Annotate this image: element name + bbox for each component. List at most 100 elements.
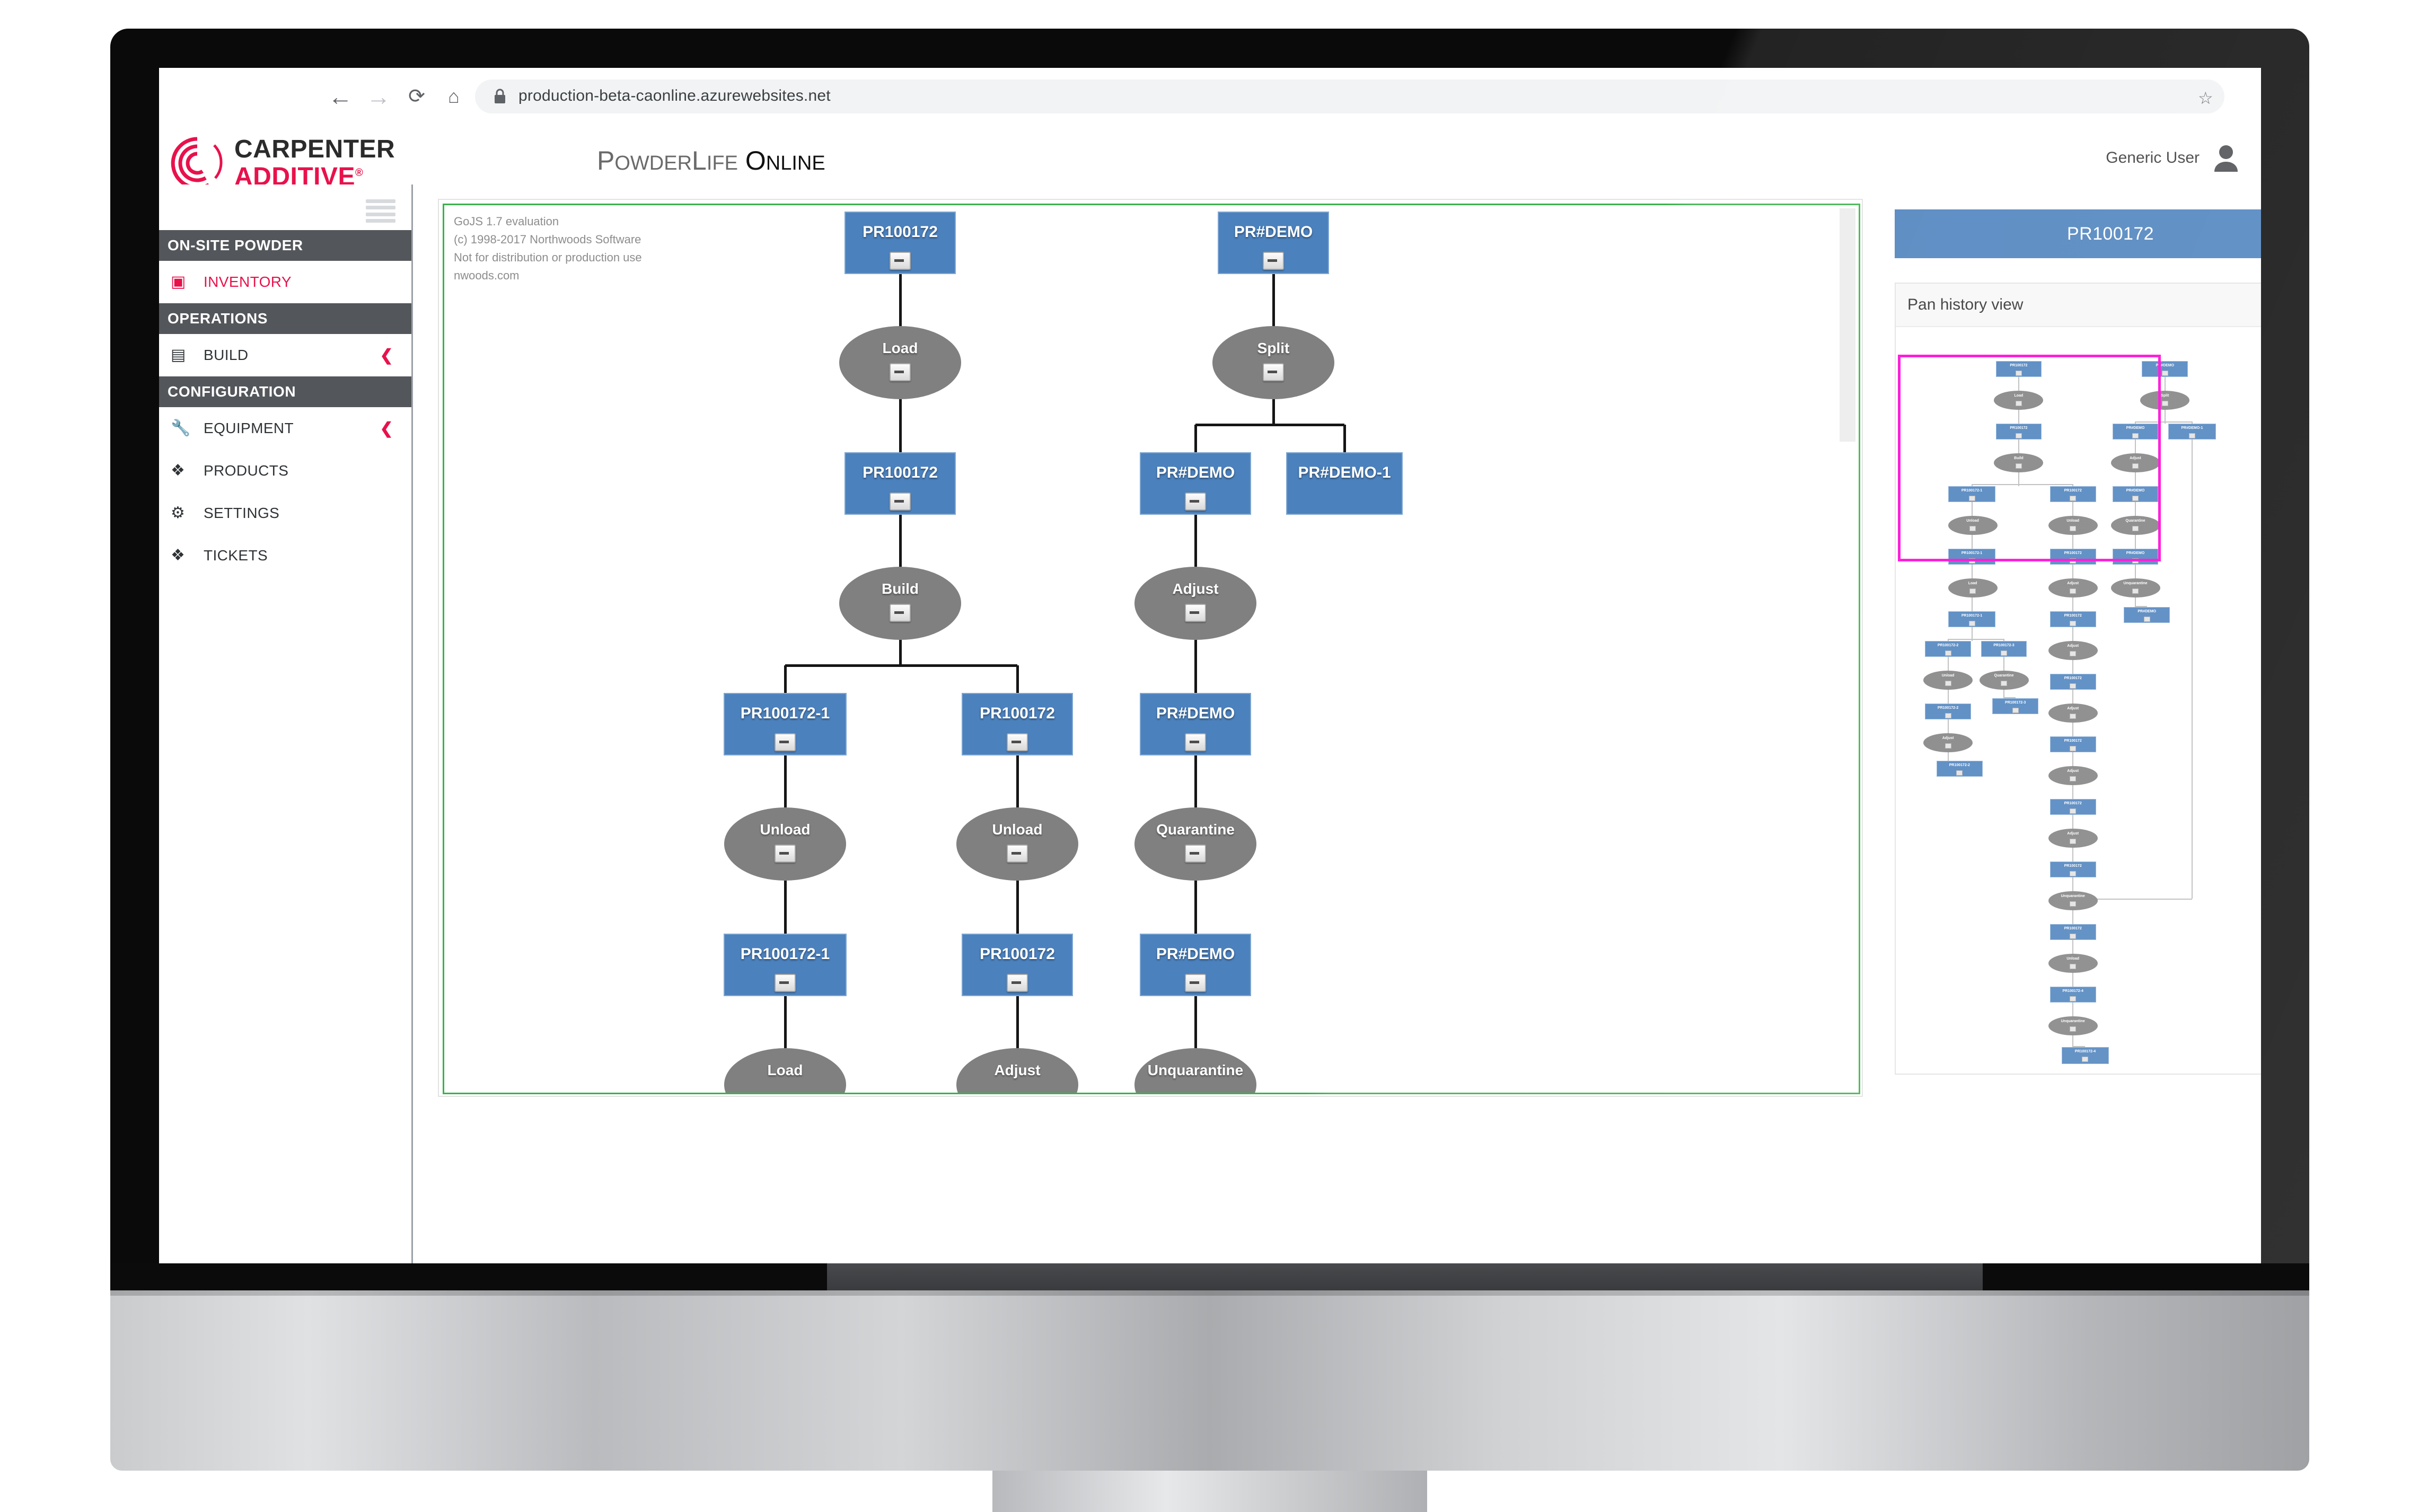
diagram-edge [1194, 881, 1197, 934]
address-bar-url[interactable]: production-beta-caonline.azurewebsites.n… [518, 87, 831, 105]
lot-node-pr100172-1[interactable]: PR100172-1 [724, 934, 847, 996]
minimap-node: PR100172-2 [1925, 704, 1971, 719]
node-label: PR#DEMO [1156, 705, 1235, 722]
lot-node-pr-demo[interactable]: PR#DEMO [1218, 212, 1329, 274]
operation-node-load[interactable]: Load [839, 326, 961, 399]
operation-node-split[interactable]: Split [1212, 326, 1334, 399]
minimap-collapse-icon [2001, 681, 2007, 686]
overview-minimap[interactable]: PR100172 Load PR100172 Build PR100172-1 Unloa… [1896, 327, 2261, 1073]
collapse-minus-icon[interactable] [1007, 974, 1028, 992]
diagram-scrollbar[interactable] [1840, 207, 1857, 1091]
minimap-viewport-rect[interactable] [1898, 355, 2161, 561]
operation-node-unquarantine[interactable]: Unquarantine [1134, 1048, 1256, 1093]
build-list-icon: ▤ [171, 346, 186, 364]
collapse-minus-icon[interactable] [1185, 604, 1206, 622]
right-panel: PR100172 Pan history view PR100172 Load PR… [1895, 199, 2261, 1095]
lot-node-pr100172[interactable]: PR100172 [845, 452, 956, 515]
minimap-collapse-icon [2070, 588, 2077, 594]
minimap-collapse-icon [2188, 433, 2195, 438]
chevron-left-icon[interactable]: ❮ [380, 419, 393, 438]
sidebar-item-build[interactable]: ▤ BUILD ❮ [159, 334, 411, 376]
minimap-node-label: Unquarantine [2061, 1019, 2085, 1023]
collapse-minus-icon[interactable] [890, 252, 911, 270]
minimap-node-label: PR#DEMO [2137, 610, 2156, 613]
collapse-minus-icon[interactable] [1185, 974, 1206, 992]
user-menu[interactable]: Generic User [2106, 143, 2241, 173]
sidebar-item-label: TICKETS [204, 547, 268, 564]
diagram-edge [899, 274, 902, 326]
diagram-edge [784, 665, 787, 693]
lot-node-pr-demo-1[interactable]: PR#DEMO-1 [1286, 452, 1403, 515]
minimap-collapse-icon [2070, 996, 2077, 1001]
minimap-node-label: PR100172 [2064, 739, 2082, 743]
overview-card: Pan history view PR100172 Load PR100172 Bui… [1895, 283, 2261, 1075]
diagram-edge [1016, 881, 1019, 934]
minimap-collapse-icon [2082, 1057, 2089, 1062]
minimap-collapse-icon [2070, 714, 2077, 719]
operation-node-adjust[interactable]: Adjust [956, 1048, 1078, 1093]
operation-node-unload[interactable]: Unload [956, 807, 1078, 881]
lot-node-pr-demo[interactable]: PR#DEMO [1140, 693, 1251, 755]
lot-node-pr-demo[interactable]: PR#DEMO [1140, 452, 1251, 515]
diagram-edge [1194, 755, 1197, 807]
sidebar-item-tickets[interactable]: ❖ TICKETS [159, 534, 411, 577]
collapse-minus-icon[interactable] [775, 845, 796, 863]
collapse-minus-icon[interactable] [775, 974, 796, 992]
sidebar-item-equipment[interactable]: 🔧 EQUIPMENT ❮ [159, 407, 411, 450]
gojs-watermark: GoJS 1.7 evaluation (c) 1998-2017 Northw… [454, 215, 642, 283]
diagram-edge [784, 996, 787, 1048]
collapse-minus-icon[interactable] [1185, 493, 1206, 511]
minimap-collapse-icon [1945, 713, 1951, 718]
operation-node-build[interactable]: Build [839, 567, 961, 640]
reload-icon[interactable]: ⟳ [402, 82, 432, 111]
operation-node-quarantine[interactable]: Quarantine [1134, 807, 1256, 881]
collapse-minus-icon[interactable] [1185, 845, 1206, 863]
history-diagram-canvas[interactable]: GoJS 1.7 evaluation (c) 1998-2017 Northw… [443, 204, 1860, 1094]
lot-node-pr100172-1[interactable]: PR100172-1 [724, 693, 847, 755]
forward-arrow-icon[interactable]: → [364, 82, 393, 111]
home-icon[interactable]: ⌂ [439, 82, 469, 111]
sidebar-item-settings[interactable]: ⚙ SETTINGS [159, 492, 411, 534]
operation-node-load[interactable]: Load [724, 1048, 846, 1093]
node-label: PR#DEMO [1156, 464, 1235, 481]
app-header: CARPENTER ADDITIVE® POWDERLIFE ONLINE Ge… [159, 125, 2261, 190]
lot-node-pr100172[interactable]: PR100172 [845, 212, 956, 274]
sidebar-item-products[interactable]: ❖ PRODUCTS [159, 450, 411, 492]
operation-node-unload[interactable]: Unload [724, 807, 846, 881]
selected-lot-title: PR100172 [1895, 209, 2261, 258]
lot-node-pr100172[interactable]: PR100172 [962, 693, 1073, 755]
bookmark-star-icon[interactable]: ☆ [2198, 88, 2213, 108]
diagram-edge [784, 881, 787, 934]
operation-node-adjust[interactable]: Adjust [1134, 567, 1256, 640]
hamburger-menu-icon[interactable] [366, 199, 395, 223]
diagram-edge [1194, 996, 1197, 1048]
collapse-minus-icon[interactable] [1263, 363, 1284, 381]
minimap-node: PR100172-3 [1981, 641, 2027, 657]
diagram-scrollbar-thumb[interactable] [1840, 208, 1855, 442]
sidebar-section-on-site-powder: ON-SITE POWDER [159, 230, 411, 261]
minimap-collapse-icon [2070, 1026, 2077, 1032]
lot-node-pr100172[interactable]: PR100172 [962, 934, 1073, 996]
collapse-minus-icon[interactable] [775, 733, 796, 751]
chevron-left-icon[interactable]: ❮ [380, 346, 393, 365]
collapse-minus-icon[interactable] [890, 604, 911, 622]
main-content: GoJS 1.7 evaluation (c) 1998-2017 Northw… [413, 184, 2261, 1263]
collapse-minus-icon[interactable] [1185, 733, 1206, 751]
minimap-collapse-icon [2070, 651, 2077, 656]
minimap-node-label: Adjust [2067, 707, 2079, 710]
collapse-minus-icon[interactable] [1263, 252, 1284, 270]
back-arrow-icon[interactable]: ← [326, 82, 355, 111]
brand-wordmark: CARPENTER ADDITIVE® [234, 137, 395, 190]
collapse-minus-icon[interactable] [1007, 845, 1028, 863]
minimap-node: Quarantine [1979, 671, 2029, 690]
node-label: Unload [760, 821, 811, 838]
collapse-minus-icon[interactable] [890, 363, 911, 381]
collapse-minus-icon[interactable] [890, 493, 911, 511]
minimap-node: Unquarantine [2048, 891, 2098, 910]
minimap-collapse-icon [1969, 588, 1976, 594]
avatar[interactable] [2211, 143, 2241, 173]
minimap-collapse-icon [2070, 776, 2077, 781]
lot-node-pr-demo[interactable]: PR#DEMO [1140, 934, 1251, 996]
sidebar-item-inventory[interactable]: ▣ INVENTORY [159, 261, 411, 303]
collapse-minus-icon[interactable] [1007, 733, 1028, 751]
